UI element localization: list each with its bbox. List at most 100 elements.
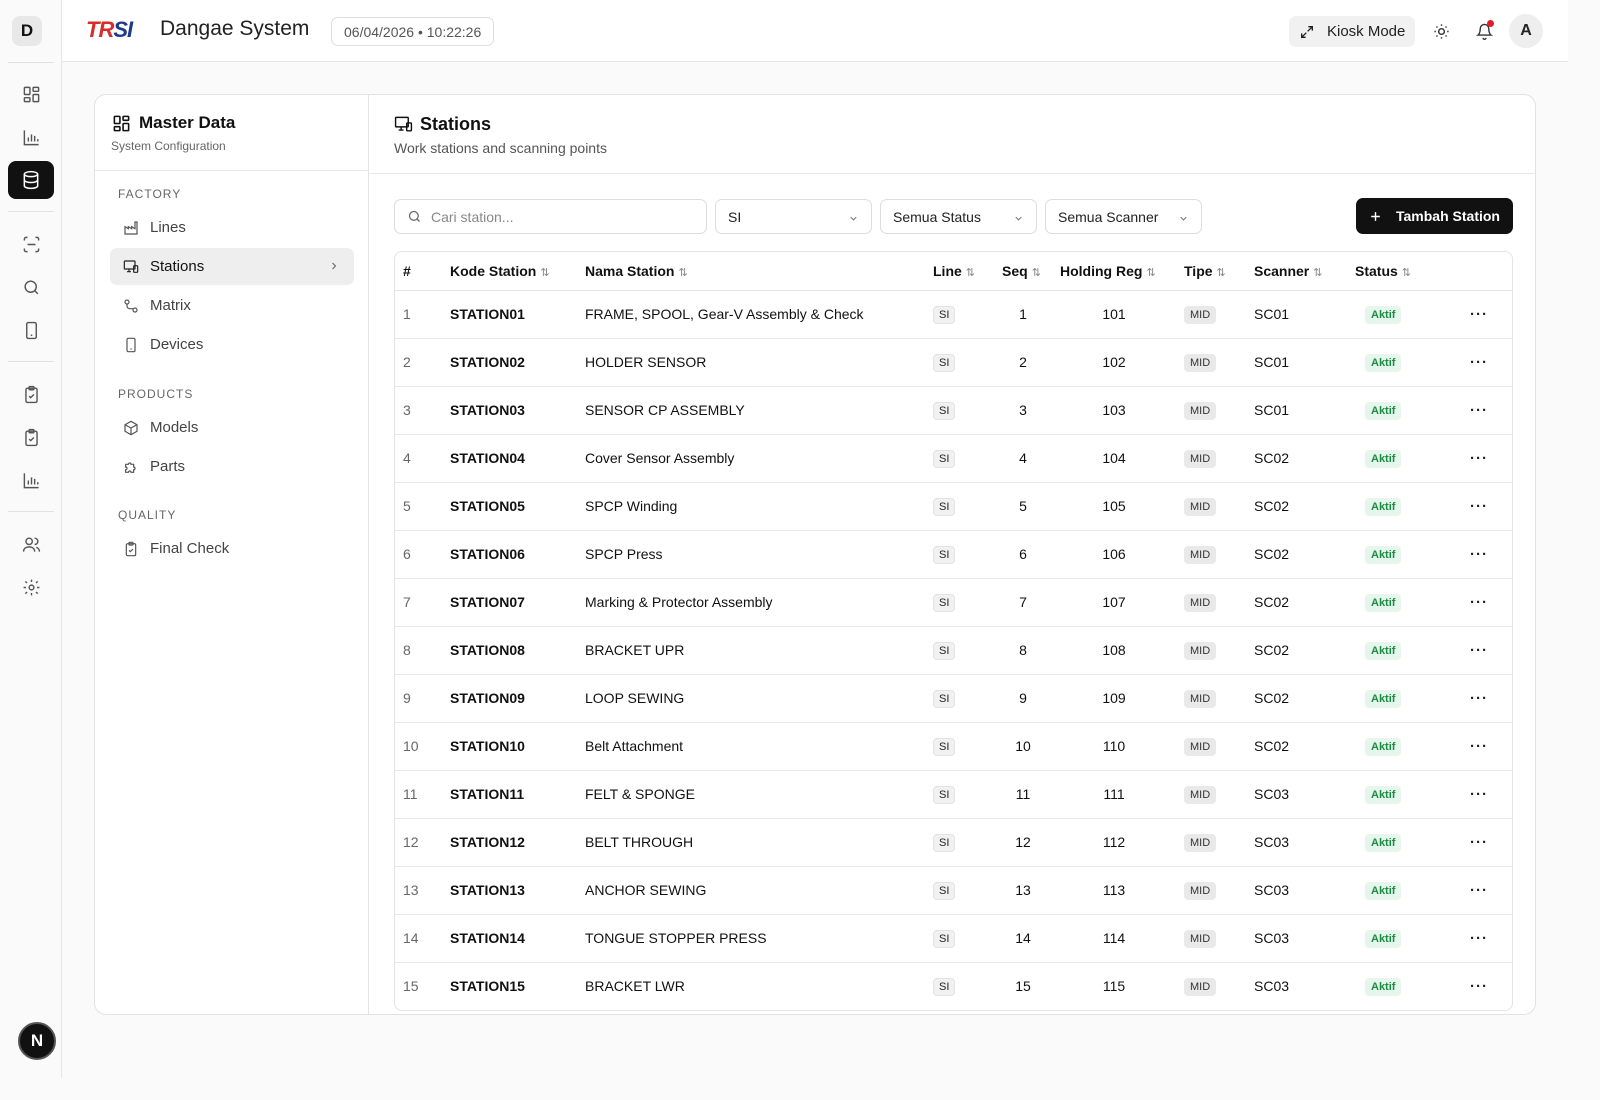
table-row[interactable]: 10 STATION10 Belt Attachment SI 10 110 MID SC02… <box>395 722 1512 771</box>
status-cell: Aktif <box>1347 386 1444 435</box>
sidebar-item-final-check[interactable]: Final Check <box>110 530 354 567</box>
rail-master-data-button[interactable] <box>8 161 54 199</box>
column-header-code[interactable]: Kode Station ⇅ <box>442 252 577 291</box>
scanner-filter-select[interactable]: Semua Scanner <box>1045 199 1202 234</box>
database-icon <box>23 170 39 190</box>
search-input[interactable] <box>431 208 691 225</box>
line-badge: SI <box>933 833 956 852</box>
table-row[interactable]: 14 STATION14 TONGUE STOPPER PRESS SI 14 114 MI… <box>395 914 1512 963</box>
kiosk-mode-button[interactable]: Kiosk Mode <box>1289 16 1415 47</box>
more-horizontal-icon[interactable]: ··· <box>1470 834 1488 851</box>
table-row[interactable]: 12 STATION12 BELT THROUGH SI 12 112 MID SC03 Akt… <box>395 818 1512 867</box>
table-row[interactable]: 11 STATION11 FELT & SPONGE SI 11 111 MID SC03 Ak… <box>395 770 1512 819</box>
station-code: STATION11 <box>442 770 577 819</box>
column-header-type[interactable]: Tipe ⇅ <box>1176 252 1246 291</box>
rail-settings-button[interactable] <box>8 568 54 606</box>
column-header-holding-reg[interactable]: Holding Reg ⇅ <box>1052 252 1176 291</box>
station-name: ANCHOR SEWING <box>577 866 925 915</box>
table-row[interactable]: 9 STATION09 LOOP SEWING SI 9 109 MID SC02 Aktif ·… <box>395 674 1512 723</box>
sidebar-item-stations[interactable]: Stations <box>110 248 354 285</box>
rail-checklist-button[interactable] <box>8 375 54 413</box>
more-horizontal-icon[interactable]: ··· <box>1470 978 1488 995</box>
type-cell: MID <box>1176 338 1246 387</box>
status-badge: Aktif <box>1365 977 1402 996</box>
tablet-icon <box>25 321 37 339</box>
sidebar-item-devices[interactable]: Devices <box>110 326 354 363</box>
column-header-scanner[interactable]: Scanner ⇅ <box>1246 252 1347 291</box>
station-name: SENSOR CP ASSEMBLY <box>577 386 925 435</box>
more-horizontal-icon[interactable]: ··· <box>1470 354 1488 371</box>
user-menu-button[interactable]: N <box>18 1022 56 1060</box>
line-cell: SI <box>925 530 994 579</box>
type-cell: MID <box>1176 578 1246 627</box>
scanner-filter-value: Semua Scanner <box>1058 208 1159 225</box>
more-horizontal-icon[interactable]: ··· <box>1470 786 1488 803</box>
sort-icon: ⇅ <box>1031 266 1041 279</box>
workspace-logo[interactable]: D <box>12 16 42 46</box>
row-number: 4 <box>395 434 442 483</box>
line-cell: SI <box>925 818 994 867</box>
table-row[interactable]: 5 STATION05 SPCP Winding SI 5 105 MID SC02 Aktif… <box>395 482 1512 531</box>
line-cell: SI <box>925 962 994 1010</box>
search-box[interactable] <box>394 199 707 234</box>
rail-device-button[interactable] <box>8 311 54 349</box>
kiosk-mode-label: Kiosk Mode <box>1327 23 1406 40</box>
seq-cell: 7 <box>994 578 1052 627</box>
more-horizontal-icon[interactable]: ··· <box>1470 930 1488 947</box>
sidebar-item-label: Devices <box>150 336 204 353</box>
station-code: STATION05 <box>442 482 577 531</box>
column-header-line[interactable]: Line ⇅ <box>925 252 994 291</box>
table-row[interactable]: 2 STATION02 HOLDER SENSOR SI 2 102 MID SC01 Akti… <box>395 338 1512 387</box>
column-header-name[interactable]: Nama Station ⇅ <box>577 252 925 291</box>
scanner-cell: SC01 <box>1246 386 1347 435</box>
sidebar-item-parts[interactable]: Parts <box>110 448 354 485</box>
avatar[interactable]: A <box>1509 14 1543 48</box>
table-row[interactable]: 7 STATION07 Marking & Protector Assembly SI… <box>395 578 1512 627</box>
sidebar-item-matrix[interactable]: Matrix <box>110 287 354 324</box>
table-row[interactable]: 1 STATION01 FRAME, SPOOL, Gear-V Assembly … <box>395 290 1512 339</box>
more-horizontal-icon[interactable]: ··· <box>1470 642 1488 659</box>
notifications-button[interactable] <box>1471 18 1497 44</box>
rail-analytics-button[interactable] <box>8 118 54 156</box>
add-station-button[interactable]: Tambah Station <box>1356 198 1513 234</box>
more-horizontal-icon[interactable]: ··· <box>1470 450 1488 467</box>
more-horizontal-icon[interactable]: ··· <box>1470 546 1488 563</box>
status-filter-select[interactable]: Semua Status <box>880 199 1037 234</box>
table-row[interactable]: 4 STATION04 Cover Sensor Assembly SI 4 104 MID… <box>395 434 1512 483</box>
more-horizontal-icon[interactable]: ··· <box>1470 882 1488 899</box>
table-row[interactable]: 15 STATION15 BRACKET LWR SI 15 115 MID SC03 Akti… <box>395 962 1512 1010</box>
more-horizontal-icon[interactable]: ··· <box>1470 594 1488 611</box>
station-code: STATION07 <box>442 578 577 627</box>
sidebar-item-models[interactable]: Models <box>110 409 354 446</box>
more-horizontal-icon[interactable]: ··· <box>1470 738 1488 755</box>
rail-final-check-button[interactable] <box>8 418 54 456</box>
type-cell: MID <box>1176 482 1246 531</box>
table-row[interactable]: 3 STATION03 SENSOR CP ASSEMBLY SI 3 103 MID SC0… <box>395 386 1512 435</box>
type-badge: MID <box>1184 353 1217 372</box>
status-badge: Aktif <box>1365 497 1402 516</box>
station-name: TONGUE STOPPER PRESS <box>577 914 925 963</box>
rail-dashboard-button[interactable] <box>8 75 54 113</box>
rail-scan-button[interactable] <box>8 225 54 263</box>
theme-toggle-button[interactable] <box>1428 18 1454 44</box>
table-row[interactable]: 13 STATION13 ANCHOR SEWING SI 13 113 MID SC03 Ak… <box>395 866 1512 915</box>
more-horizontal-icon[interactable]: ··· <box>1470 402 1488 419</box>
rail-report-button[interactable] <box>8 461 54 499</box>
more-horizontal-icon[interactable]: ··· <box>1470 498 1488 515</box>
holding-reg-cell: 105 <box>1052 482 1176 531</box>
rail-search-button[interactable] <box>8 268 54 306</box>
type-badge: MID <box>1184 737 1217 756</box>
more-horizontal-icon[interactable]: ··· <box>1470 690 1488 707</box>
type-cell: MID <box>1176 770 1246 819</box>
sidebar-item-lines[interactable]: Lines <box>110 209 354 246</box>
more-horizontal-icon[interactable]: ··· <box>1470 306 1488 323</box>
rail-users-button[interactable] <box>8 525 54 563</box>
line-filter-select[interactable]: SI <box>715 199 872 234</box>
status-badge: Aktif <box>1365 833 1402 852</box>
line-cell: SI <box>925 866 994 915</box>
table-row[interactable]: 8 STATION08 BRACKET UPR SI 8 108 MID SC02 Aktif ·… <box>395 626 1512 675</box>
column-header-seq[interactable]: Seq ⇅ <box>994 252 1052 291</box>
column-header-status[interactable]: Status ⇅ <box>1347 252 1444 291</box>
rail-divider <box>8 511 54 512</box>
table-row[interactable]: 6 STATION06 SPCP Press SI 6 106 MID SC02 Aktif ··… <box>395 530 1512 579</box>
